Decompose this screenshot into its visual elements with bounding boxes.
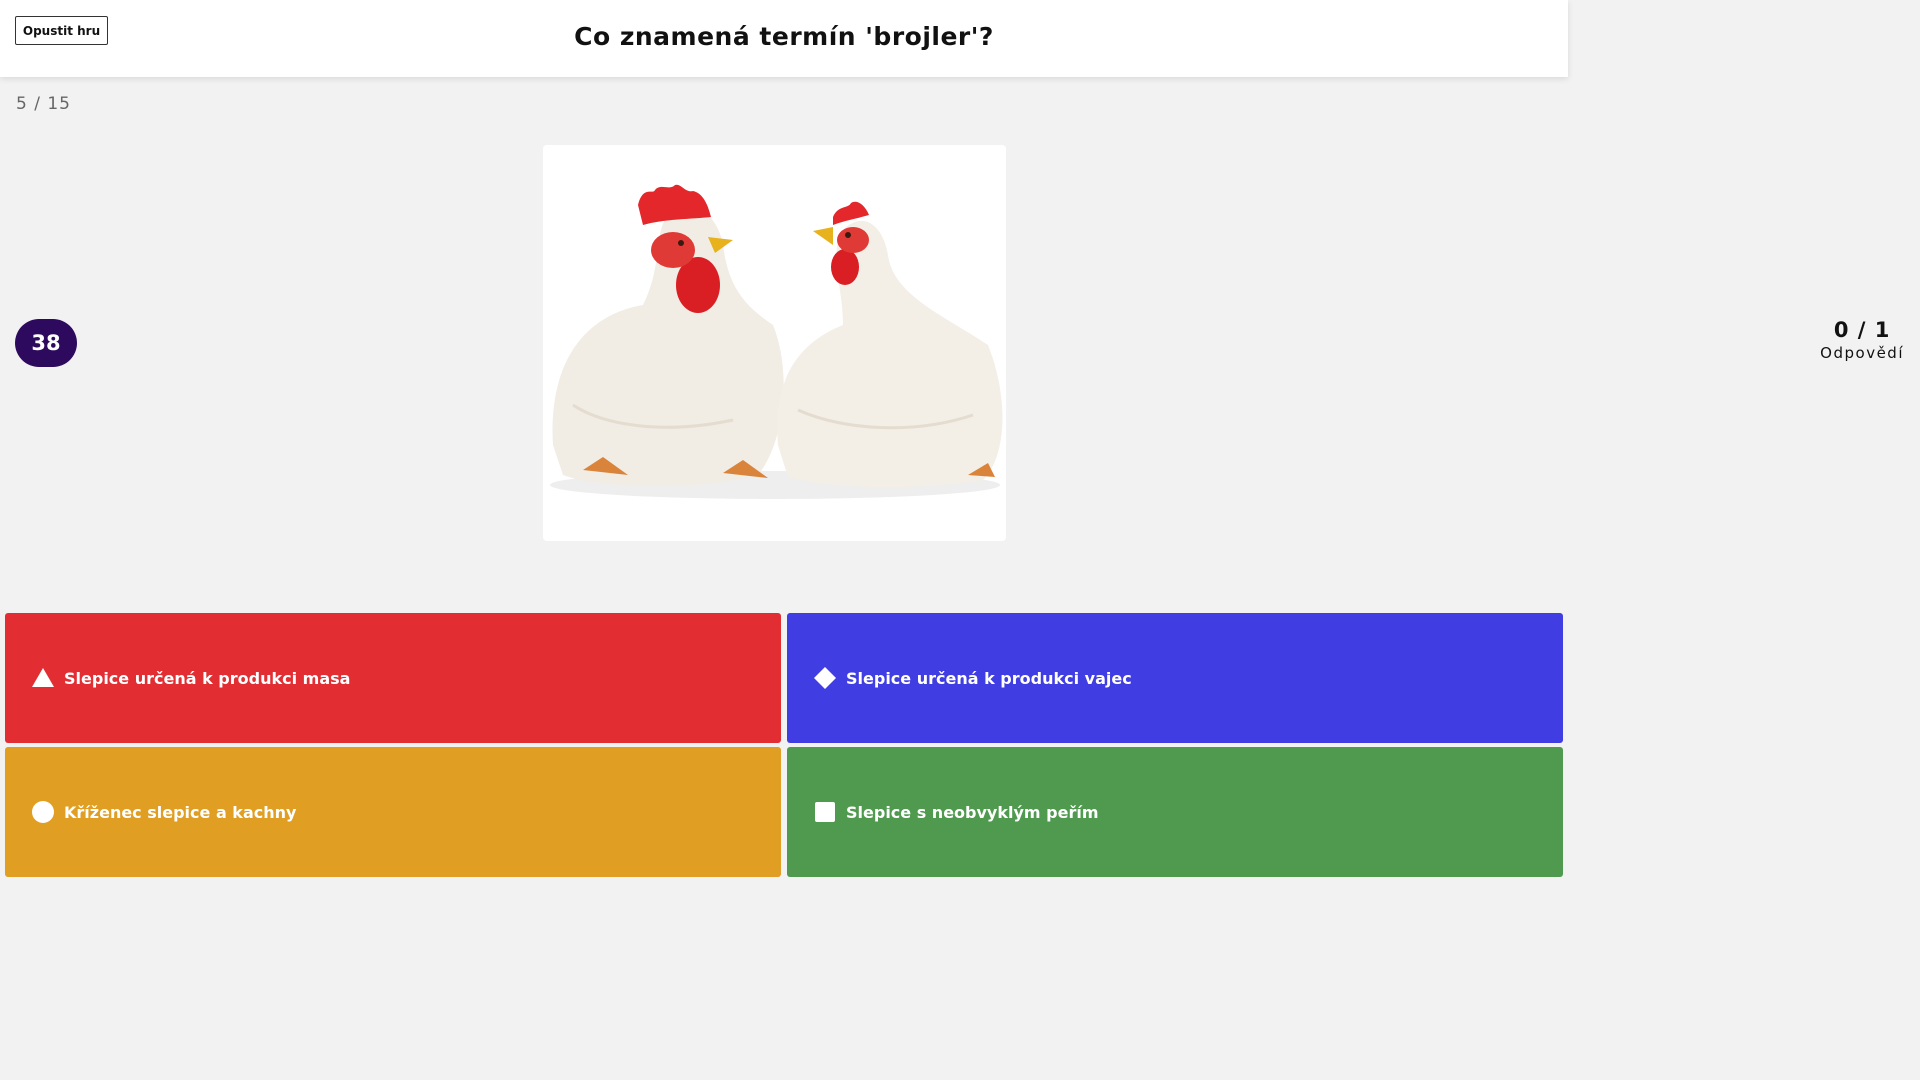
question-progress: 5 / 15 bbox=[16, 94, 71, 114]
question-image bbox=[543, 145, 1006, 541]
chickens-illustration bbox=[543, 145, 1006, 541]
answer-option-label: Kříženec slepice a kachny bbox=[64, 802, 297, 822]
answer-option-3[interactable]: Kříženec slepice a kachny bbox=[5, 747, 781, 877]
circle-icon bbox=[32, 801, 54, 823]
answers-count-value: 0 / 1 bbox=[1833, 318, 1891, 342]
diamond-icon bbox=[814, 667, 836, 689]
top-bar: Opustit hru Co znamená termín 'brojler'? bbox=[0, 0, 1568, 77]
question-title: Co znamená termín 'brojler'? bbox=[574, 22, 994, 51]
square-icon bbox=[815, 802, 835, 822]
answers-count-label: Odpovědí bbox=[1820, 344, 1904, 362]
triangle-icon bbox=[32, 668, 54, 687]
answer-option-4[interactable]: Slepice s neobvyklým peřím bbox=[787, 747, 1563, 877]
answer-option-label: Slepice s neobvyklým peřím bbox=[846, 802, 1099, 822]
answer-option-1[interactable]: Slepice určená k produkci masa bbox=[5, 613, 781, 743]
answer-option-2[interactable]: Slepice určená k produkci vajec bbox=[787, 613, 1563, 743]
answers-counter: 0 / 1 Odpovědí bbox=[1820, 318, 1904, 362]
countdown-timer: 38 bbox=[15, 319, 77, 367]
answer-option-label: Slepice určená k produkci vajec bbox=[846, 668, 1132, 688]
answer-option-label: Slepice určená k produkci masa bbox=[64, 668, 351, 688]
